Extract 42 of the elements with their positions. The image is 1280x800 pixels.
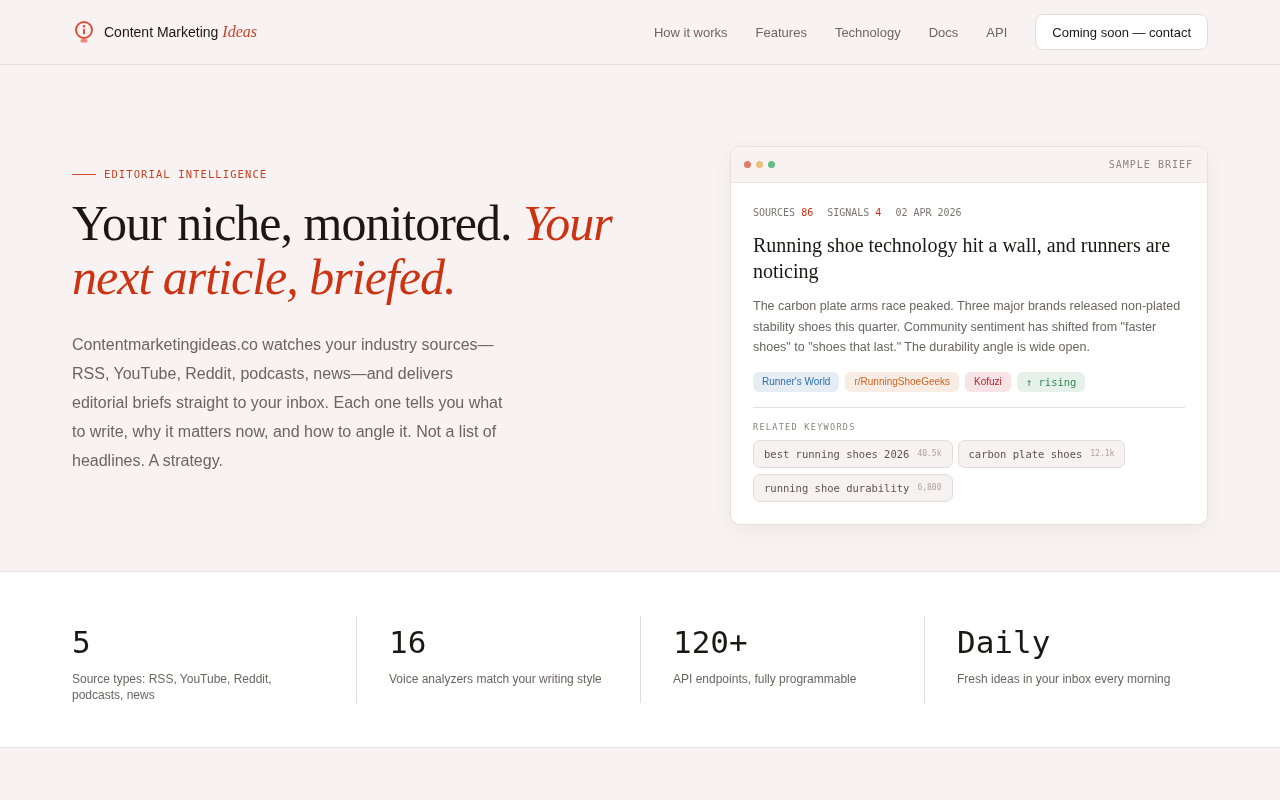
brief-date: 02 APR 2026 xyxy=(895,206,962,220)
meta-label: SIGNALS xyxy=(827,206,870,220)
contact-button[interactable]: Coming soon — contact xyxy=(1035,14,1208,50)
brand-name[interactable]: Content Marketing Ideas xyxy=(104,23,257,41)
stat-value: 5 xyxy=(72,623,92,660)
brief-title: Running shoe technology hit a wall, and runners are noticing xyxy=(753,233,1172,284)
source-tag: Kofuzi xyxy=(965,371,1011,392)
source-tag: r/RunningShoeGeeks xyxy=(845,371,960,392)
stat-label: Source types: RSS, YouTube, Reddit, podcasts, news xyxy=(72,670,273,703)
stat-value: Daily xyxy=(957,623,1052,660)
keyword-text: best running shoes 2026 xyxy=(764,447,910,460)
lightbulb-info-icon xyxy=(74,20,94,44)
stat-label: Voice analyzers match your writing style xyxy=(389,670,603,687)
eyebrow-label: EDITORIAL INTELLIGENCE xyxy=(104,167,268,182)
source-tag: Runner's World xyxy=(753,371,840,392)
nav-link[interactable]: How it works xyxy=(653,24,728,40)
hero-description: Contentmarketingideas.co watches your industry sources—RSS, YouTube, Reddit, podcasts, news—and delivers editorial briefs straight to your inbox. Each one tells you what to write, why it matters now, and how to angle it. Not a list of headlines. A strategy. xyxy=(72,335,504,471)
brief-summary: The carbon plate arms race peaked. Three major brands released non-plated stability shoes this quarter. Community sentiment has shifted from "faster shoes" to "shoes that last." The durability angle is wide open. xyxy=(753,298,1182,356)
keyword-volume: 12.1k xyxy=(1090,449,1115,458)
stat-label: Fresh ideas in your inbox every morning xyxy=(957,670,1172,687)
nav-link[interactable]: API xyxy=(986,24,1008,40)
window-controls-icon xyxy=(744,161,775,168)
keyword-chip[interactable]: best running shoes 2026 40.5k xyxy=(753,439,953,468)
nav-link[interactable]: Features xyxy=(755,24,807,40)
stat-label: API endpoints, fully programmable xyxy=(673,670,858,687)
source-tag: ↑ rising xyxy=(1016,371,1086,392)
meta-value: 86 xyxy=(801,206,814,220)
meta-label: SOURCES xyxy=(753,206,796,220)
keyword-volume: 40.5k xyxy=(917,449,942,458)
keyword-chip[interactable]: carbon plate shoes 12.1k xyxy=(957,439,1126,468)
nav-link[interactable]: Docs xyxy=(928,24,959,40)
keyword-text: running shoe durability xyxy=(764,481,910,494)
card-label: SAMPLE BRIEF xyxy=(1108,159,1193,170)
keyword-volume: 6,800 xyxy=(917,483,942,492)
nav-link[interactable]: Technology xyxy=(834,24,901,40)
stat-value: 16 xyxy=(389,623,428,660)
keywords-heading: RELATED KEYWORDS xyxy=(753,420,857,434)
keyword-chip[interactable]: running shoe durability 6,800 xyxy=(753,473,953,502)
stat-value: 120+ xyxy=(673,623,749,660)
keyword-text: carbon plate shoes xyxy=(968,447,1083,460)
hero-headline: Your niche, monitored. Your next article, briefed. xyxy=(72,196,614,304)
meta-value: 4 xyxy=(875,206,882,220)
